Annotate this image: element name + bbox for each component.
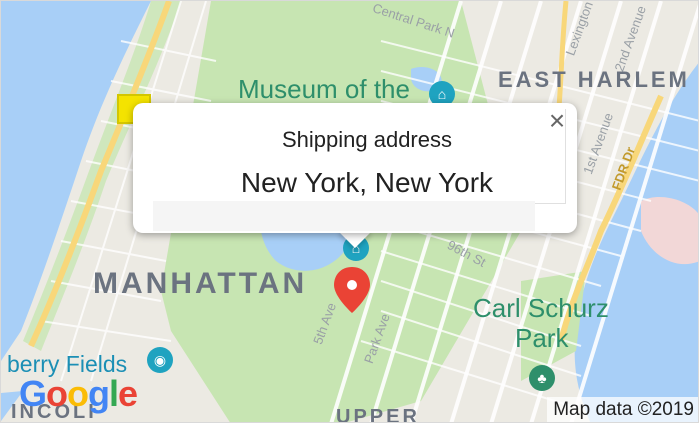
infowindow-title: Shipping address xyxy=(281,127,452,152)
logo-letter-o1: o xyxy=(46,373,68,414)
camera-icon[interactable]: ◉ xyxy=(147,347,173,373)
east-harlem-label: EAST HARLEM xyxy=(498,67,690,92)
logo-letter-g2: g xyxy=(88,373,110,414)
carl-schurz-label[interactable]: Carl Schurz xyxy=(473,293,609,324)
upper-label: UPPER xyxy=(336,406,420,423)
close-icon[interactable]: × xyxy=(543,107,571,135)
location-marker-icon[interactable] xyxy=(332,265,372,315)
map-attribution[interactable]: Map data ©2019 xyxy=(547,397,698,422)
infowindow: Shipping address New York, New York × xyxy=(133,103,577,233)
infowindow-content: Shipping address New York, New York xyxy=(155,109,566,204)
infowindow-scroll-area xyxy=(153,201,535,231)
infowindow-city: New York, New York xyxy=(240,167,494,198)
logo-letter-l: l xyxy=(109,373,119,414)
park-icon[interactable]: ♣ xyxy=(529,365,555,391)
logo-letter-e: e xyxy=(118,373,138,414)
museum-label[interactable]: Museum of the xyxy=(238,74,410,105)
park-label[interactable]: Park xyxy=(515,323,568,354)
map-canvas[interactable]: Central Park N Lexington 2nd Avenue 1st … xyxy=(0,0,699,423)
google-logo[interactable]: Google xyxy=(19,373,138,415)
manhattan-label: MANHATTAN xyxy=(93,267,308,300)
logo-letter-o2: o xyxy=(67,373,89,414)
logo-letter-g: G xyxy=(19,373,47,414)
